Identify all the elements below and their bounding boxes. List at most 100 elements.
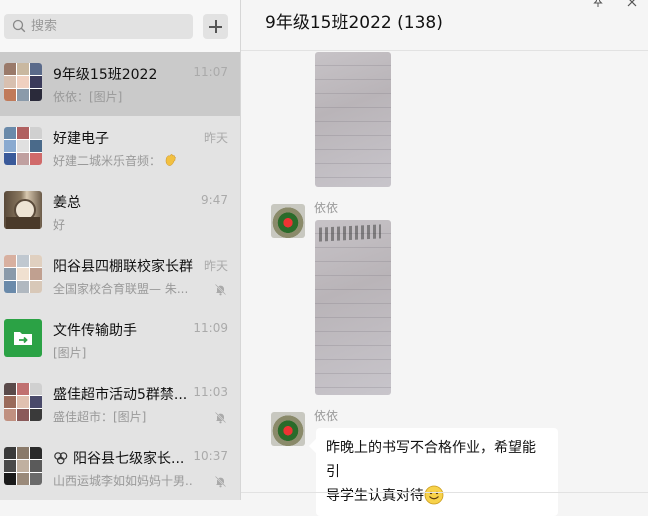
image-message[interactable]: [315, 52, 391, 187]
file-transfer-avatar: [4, 319, 42, 357]
avatar-tile: [30, 268, 42, 280]
avatar-tile: [30, 127, 42, 139]
group-avatar: [4, 63, 42, 101]
chat-item-sipeng[interactable]: 阳谷县四棚联校家长群 全国家校合育联盟— 朱... 昨天: [0, 244, 240, 308]
avatar-tile: [4, 127, 16, 139]
avatar-tile: [30, 63, 42, 75]
chat-item-shengjia[interactable]: 盛佳超市活动5群禁... 盛佳超市：[图片] 11:03: [0, 372, 240, 436]
conversation-header: 9年级15班2022 (138): [241, 0, 648, 51]
group-avatar: [4, 383, 42, 421]
avatar-tile: [4, 153, 16, 165]
avatar-tile: [17, 127, 29, 139]
avatar-tile: [17, 153, 29, 165]
chat-list: 9年级15班2022 依依：[图片] 11:07 好建电子 好建二城米乐音频： …: [0, 52, 240, 500]
chat-preview: 山西运城李如如妈妈十男...: [53, 474, 193, 488]
avatar-tile: [17, 409, 29, 421]
chat-time: 昨天: [203, 259, 228, 273]
avatar-tile: [17, 383, 29, 395]
smile-emoji-icon: [424, 485, 444, 505]
chat-time: 11:09: [193, 321, 228, 335]
avatar-tile: [4, 268, 16, 280]
avatar-tile: [4, 140, 16, 152]
avatar-tile: [4, 447, 16, 459]
pin-icon[interactable]: [592, 0, 604, 8]
close-icon[interactable]: [626, 0, 638, 8]
avatar-tile: [30, 140, 42, 152]
conversation-title: 9年级15班2022 (138): [265, 13, 443, 33]
group-avatar: [4, 255, 42, 293]
avatar-tile: [30, 396, 42, 408]
chat-item-haojian[interactable]: 好建电子 好建二城米乐音频： 昨天: [0, 116, 240, 180]
chat-time: 9:47: [201, 193, 228, 207]
avatar-tile: [30, 460, 42, 472]
group-tag-icon: [54, 452, 68, 465]
message-text-line1: 昨晚上的书写不合格作业，希望能引: [326, 440, 536, 480]
sender-name: 依依: [314, 201, 339, 215]
avatar-tile: [30, 281, 42, 293]
chat-item-file-transfer[interactable]: 文件传输助手 [图片] 11:09: [0, 308, 240, 372]
sender-avatar[interactable]: [271, 412, 305, 446]
avatar-tile: [4, 409, 16, 421]
avatar-tile: [17, 268, 29, 280]
sender-avatar[interactable]: [271, 204, 305, 238]
avatar-tile: [4, 383, 16, 395]
avatar-tile: [17, 460, 29, 472]
avatar-tile: [17, 396, 29, 408]
chat-item-9grade15[interactable]: 9年级15班2022 依依：[图片] 11:07: [0, 52, 240, 116]
search-input[interactable]: 搜索: [4, 14, 193, 39]
avatar-tile: [30, 447, 42, 459]
mute-bell-icon: [214, 411, 227, 424]
chat-preview: 好: [53, 218, 66, 232]
avatar-tile: [17, 89, 29, 101]
chat-item-jiangzong[interactable]: 姜总 好 9:47: [0, 180, 240, 244]
avatar-tile: [4, 281, 16, 293]
avatar-tile: [30, 255, 42, 267]
avatar-tile: [30, 473, 42, 485]
chat-name: 姜总: [53, 195, 81, 211]
chat-time: 11:03: [193, 385, 228, 399]
chat-name: 好建电子: [53, 131, 109, 147]
avatar-tile: [4, 89, 16, 101]
avatar-tile: [30, 89, 42, 101]
group-avatar: [4, 127, 42, 165]
avatar-tile: [4, 396, 16, 408]
add-chat-button[interactable]: [203, 14, 228, 39]
mute-bell-icon: [214, 283, 227, 296]
text-message-bubble[interactable]: 昨晚上的书写不合格作业，希望能引 导学生认真对待: [316, 428, 558, 516]
avatar-tile: [17, 473, 29, 485]
wave-emoji-icon: [165, 154, 176, 166]
avatar-tile: [30, 153, 42, 165]
search-row: 搜索: [0, 0, 240, 52]
chat-item-qiji[interactable]: 阳谷县七级家长... 山西运城李如如妈妈十男... 10:37: [0, 436, 240, 500]
avatar-tile: [17, 281, 29, 293]
chat-name: 阳谷县四棚联校家长群: [53, 259, 193, 275]
chat-preview: 全国家校合育联盟— 朱...: [53, 282, 189, 296]
chat-time: 昨天: [203, 131, 228, 145]
image-message[interactable]: [315, 220, 391, 395]
group-avatar: [4, 447, 42, 485]
avatar-tile: [17, 255, 29, 267]
avatar-tile: [4, 460, 16, 472]
chat-name: 9年级15班2022: [53, 67, 158, 83]
input-divider: [241, 492, 648, 493]
avatar-tile: [17, 140, 29, 152]
chat-preview: 盛佳超市：[图片]: [53, 410, 147, 424]
chat-name: 阳谷县七级家长...: [53, 448, 184, 468]
search-icon: [12, 19, 26, 33]
chat-preview: 好建二城米乐音频：: [53, 152, 177, 169]
avatar-tile: [17, 76, 29, 88]
avatar-tile: [4, 76, 16, 88]
avatar-tile: [17, 63, 29, 75]
chat-preview: 依依：[图片]: [53, 90, 123, 104]
chat-name: 盛佳超市活动5群禁...: [53, 387, 188, 403]
chat-name: 文件传输助手: [53, 323, 137, 339]
avatar-tile: [30, 76, 42, 88]
avatar-tile: [30, 409, 42, 421]
avatar-tile: [30, 383, 42, 395]
chat-sidebar: 搜索 9年级15班2022 依依：[图片] 11:07 好建电子 好建二城米乐音…: [0, 0, 241, 500]
chat-time: 11:07: [193, 65, 228, 79]
message-text-line2: 导学生认真对待: [326, 488, 424, 504]
sender-name: 依依: [314, 409, 339, 423]
conversation-pane: 9年级15班2022 (138) 依依 依依 昨晚上的书写不合格作业，希望能引 …: [241, 0, 648, 516]
avatar-tile: [17, 447, 29, 459]
